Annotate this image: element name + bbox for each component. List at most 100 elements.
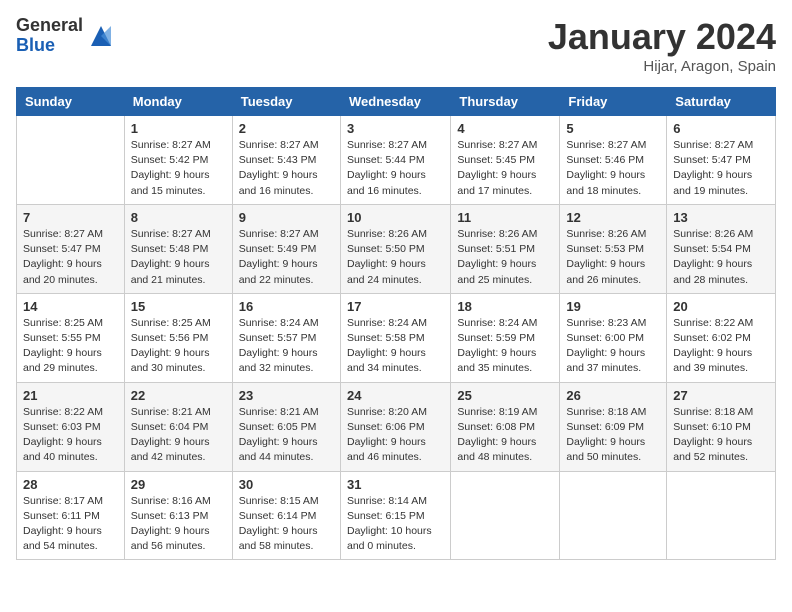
day-detail: Sunrise: 8:21 AMSunset: 6:04 PMDaylight:… [131, 405, 226, 466]
calendar-day-cell: 15 Sunrise: 8:25 AMSunset: 5:56 PMDayligh… [124, 293, 232, 382]
calendar-day-cell [17, 116, 125, 205]
day-number: 6 [673, 121, 769, 136]
day-detail: Sunrise: 8:26 AMSunset: 5:54 PMDaylight:… [673, 227, 769, 288]
day-number: 18 [457, 299, 553, 314]
day-number: 7 [23, 210, 118, 225]
calendar-day-cell: 5 Sunrise: 8:27 AMSunset: 5:46 PMDaylight… [560, 116, 667, 205]
day-of-week-header: Monday [124, 88, 232, 116]
calendar-day-cell: 1 Sunrise: 8:27 AMSunset: 5:42 PMDaylight… [124, 116, 232, 205]
calendar-day-cell: 2 Sunrise: 8:27 AMSunset: 5:43 PMDaylight… [232, 116, 340, 205]
day-detail: Sunrise: 8:24 AMSunset: 5:59 PMDaylight:… [457, 316, 553, 377]
day-of-week-header: Friday [560, 88, 667, 116]
day-detail: Sunrise: 8:26 AMSunset: 5:51 PMDaylight:… [457, 227, 553, 288]
calendar-day-cell: 4 Sunrise: 8:27 AMSunset: 5:45 PMDaylight… [451, 116, 560, 205]
calendar-day-cell: 14 Sunrise: 8:25 AMSunset: 5:55 PMDayligh… [17, 293, 125, 382]
title-block: January 2024 Hijar, Aragon, Spain [548, 16, 776, 75]
calendar-day-cell: 31 Sunrise: 8:14 AMSunset: 6:15 PMDayligh… [340, 471, 450, 560]
day-detail: Sunrise: 8:24 AMSunset: 5:57 PMDaylight:… [239, 316, 334, 377]
day-number: 29 [131, 477, 226, 492]
day-detail: Sunrise: 8:19 AMSunset: 6:08 PMDaylight:… [457, 405, 553, 466]
day-number: 2 [239, 121, 334, 136]
calendar-day-cell: 12 Sunrise: 8:26 AMSunset: 5:53 PMDayligh… [560, 204, 667, 293]
day-detail: Sunrise: 8:27 AMSunset: 5:48 PMDaylight:… [131, 227, 226, 288]
calendar-day-cell: 16 Sunrise: 8:24 AMSunset: 5:57 PMDayligh… [232, 293, 340, 382]
day-detail: Sunrise: 8:25 AMSunset: 5:55 PMDaylight:… [23, 316, 118, 377]
day-detail: Sunrise: 8:21 AMSunset: 6:05 PMDaylight:… [239, 405, 334, 466]
day-detail: Sunrise: 8:23 AMSunset: 6:00 PMDaylight:… [566, 316, 660, 377]
calendar-day-cell [667, 471, 776, 560]
day-number: 11 [457, 210, 553, 225]
day-detail: Sunrise: 8:27 AMSunset: 5:47 PMDaylight:… [673, 138, 769, 199]
day-of-week-header: Thursday [451, 88, 560, 116]
calendar-day-cell [560, 471, 667, 560]
calendar-week-row: 14 Sunrise: 8:25 AMSunset: 5:55 PMDayligh… [17, 293, 776, 382]
day-number: 23 [239, 388, 334, 403]
day-number: 15 [131, 299, 226, 314]
day-number: 30 [239, 477, 334, 492]
day-number: 22 [131, 388, 226, 403]
calendar-day-cell: 22 Sunrise: 8:21 AMSunset: 6:04 PMDayligh… [124, 382, 232, 471]
day-detail: Sunrise: 8:26 AMSunset: 5:50 PMDaylight:… [347, 227, 444, 288]
day-number: 17 [347, 299, 444, 314]
day-number: 10 [347, 210, 444, 225]
logo-blue: Blue [16, 36, 83, 56]
day-detail: Sunrise: 8:27 AMSunset: 5:43 PMDaylight:… [239, 138, 334, 199]
calendar-day-cell: 30Sunrise: 8:15 AMSunset: 6:14 PMDayligh… [232, 471, 340, 560]
day-of-week-header: Sunday [17, 88, 125, 116]
day-number: 24 [347, 388, 444, 403]
day-detail: Sunrise: 8:16 AMSunset: 6:13 PMDaylight:… [131, 494, 226, 555]
calendar-day-cell: 28 Sunrise: 8:17 AMSunset: 6:11 PMDayligh… [17, 471, 125, 560]
day-number: 20 [673, 299, 769, 314]
calendar-day-cell: 27 Sunrise: 8:18 AMSunset: 6:10 PMDayligh… [667, 382, 776, 471]
day-detail: Sunrise: 8:17 AMSunset: 6:11 PMDaylight:… [23, 494, 118, 555]
calendar-day-cell: 18 Sunrise: 8:24 AMSunset: 5:59 PMDayligh… [451, 293, 560, 382]
calendar-day-cell: 6 Sunrise: 8:27 AMSunset: 5:47 PMDaylight… [667, 116, 776, 205]
day-number: 25 [457, 388, 553, 403]
calendar-day-cell: 29 Sunrise: 8:16 AMSunset: 6:13 PMDayligh… [124, 471, 232, 560]
calendar-day-cell: 21Sunrise: 8:22 AMSunset: 6:03 PMDayligh… [17, 382, 125, 471]
calendar-week-row: 7 Sunrise: 8:27 AMSunset: 5:47 PMDaylight… [17, 204, 776, 293]
calendar-day-cell: 3Sunrise: 8:27 AMSunset: 5:44 PMDaylight… [340, 116, 450, 205]
day-detail: Sunrise: 8:22 AMSunset: 6:02 PMDaylight:… [673, 316, 769, 377]
calendar-day-cell: 10 Sunrise: 8:26 AMSunset: 5:50 PMDayligh… [340, 204, 450, 293]
calendar-week-row: 21Sunrise: 8:22 AMSunset: 6:03 PMDayligh… [17, 382, 776, 471]
day-number: 12 [566, 210, 660, 225]
day-number: 28 [23, 477, 118, 492]
calendar-day-cell: 19 Sunrise: 8:23 AMSunset: 6:00 PMDayligh… [560, 293, 667, 382]
day-number: 14 [23, 299, 118, 314]
day-number: 4 [457, 121, 553, 136]
day-detail: Sunrise: 8:27 AMSunset: 5:47 PMDaylight:… [23, 227, 118, 288]
day-detail: Sunrise: 8:27 AMSunset: 5:46 PMDaylight:… [566, 138, 660, 199]
month-year-title: January 2024 [548, 16, 776, 58]
calendar-day-cell: 11 Sunrise: 8:26 AMSunset: 5:51 PMDayligh… [451, 204, 560, 293]
day-number: 27 [673, 388, 769, 403]
location-subtitle: Hijar, Aragon, Spain [548, 58, 776, 75]
day-detail: Sunrise: 8:18 AMSunset: 6:10 PMDaylight:… [673, 405, 769, 466]
day-number: 5 [566, 121, 660, 136]
day-number: 1 [131, 121, 226, 136]
calendar-day-cell: 7 Sunrise: 8:27 AMSunset: 5:47 PMDaylight… [17, 204, 125, 293]
calendar-week-row: 1 Sunrise: 8:27 AMSunset: 5:42 PMDaylight… [17, 116, 776, 205]
day-detail: Sunrise: 8:27 AMSunset: 5:44 PMDaylight:… [347, 138, 444, 199]
day-of-week-header: Saturday [667, 88, 776, 116]
day-number: 9 [239, 210, 334, 225]
day-detail: Sunrise: 8:24 AMSunset: 5:58 PMDaylight:… [347, 316, 444, 377]
logo-icon [87, 22, 115, 50]
day-detail: Sunrise: 8:27 AMSunset: 5:49 PMDaylight:… [239, 227, 334, 288]
day-number: 19 [566, 299, 660, 314]
calendar-day-cell: 9 Sunrise: 8:27 AMSunset: 5:49 PMDaylight… [232, 204, 340, 293]
day-detail: Sunrise: 8:18 AMSunset: 6:09 PMDaylight:… [566, 405, 660, 466]
day-number: 26 [566, 388, 660, 403]
calendar-day-cell: 24 Sunrise: 8:20 AMSunset: 6:06 PMDayligh… [340, 382, 450, 471]
logo: General Blue [16, 16, 115, 56]
day-detail: Sunrise: 8:27 AMSunset: 5:45 PMDaylight:… [457, 138, 553, 199]
day-detail: Sunrise: 8:26 AMSunset: 5:53 PMDaylight:… [566, 227, 660, 288]
day-detail: Sunrise: 8:25 AMSunset: 5:56 PMDaylight:… [131, 316, 226, 377]
calendar-day-cell: 13Sunrise: 8:26 AMSunset: 5:54 PMDayligh… [667, 204, 776, 293]
day-detail: Sunrise: 8:27 AMSunset: 5:42 PMDaylight:… [131, 138, 226, 199]
day-number: 31 [347, 477, 444, 492]
day-detail: Sunrise: 8:14 AMSunset: 6:15 PMDaylight:… [347, 494, 444, 555]
day-detail: Sunrise: 8:20 AMSunset: 6:06 PMDaylight:… [347, 405, 444, 466]
day-number: 16 [239, 299, 334, 314]
calendar-header-row: SundayMondayTuesdayWednesdayThursdayFrid… [17, 88, 776, 116]
